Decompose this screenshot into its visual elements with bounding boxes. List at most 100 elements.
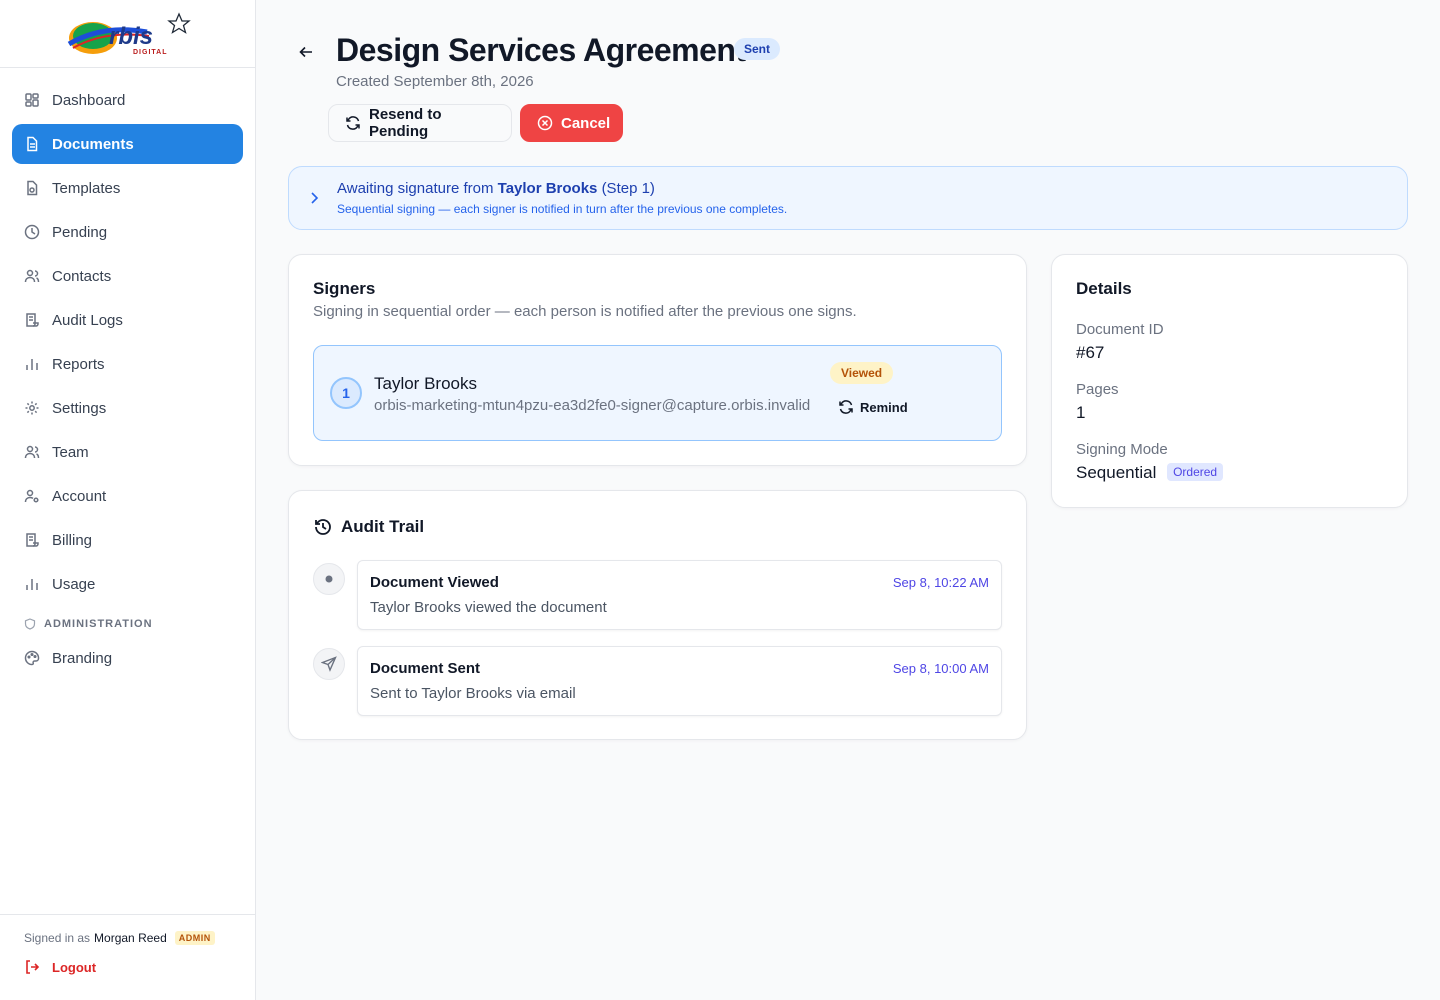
- history-icon: [313, 517, 333, 537]
- status-badge: Sent: [734, 38, 781, 60]
- sidebar-item-settings[interactable]: Settings: [12, 388, 243, 428]
- sidebar-item-label: Branding: [52, 649, 113, 667]
- sidebar-item-label: Templates: [52, 179, 121, 197]
- sidebar-item-documents[interactable]: Documents: [12, 124, 243, 164]
- details-card: Details Document ID #67 Pages 1 Signing …: [1051, 254, 1408, 508]
- banner-signer: Taylor Brooks: [497, 180, 598, 197]
- sidebar-item-label: Billing: [52, 531, 93, 549]
- signers-title: Signers: [313, 279, 376, 298]
- signing-mode-value: Sequential Ordered: [1076, 463, 1224, 483]
- sidebar-item-contacts[interactable]: Contacts: [12, 256, 243, 296]
- sidebar-item-usage[interactable]: Usage: [12, 564, 243, 604]
- event-time: Sep 8, 10:22 AM: [892, 575, 989, 590]
- send-icon: [313, 648, 345, 680]
- audit-trail-title: Audit Trail: [313, 517, 424, 537]
- chevron-right-icon: [307, 189, 321, 207]
- gear-icon: [24, 400, 40, 416]
- shield-icon: [24, 618, 36, 630]
- event-description: Taylor Brooks viewed the document: [370, 599, 607, 616]
- created-date: Created September 8th, 2026: [336, 73, 534, 90]
- role-badge: ADMIN: [174, 931, 215, 945]
- sidebar-item-templates[interactable]: Templates: [12, 168, 243, 208]
- sidebar-item-label: Account: [52, 487, 107, 505]
- main-content: Design Services Agreement Sent Created S…: [256, 0, 1440, 1000]
- contacts-icon: [24, 268, 40, 284]
- scroll-icon: [24, 312, 40, 328]
- arrow-left-icon: [299, 46, 312, 58]
- sidebar-item-pending[interactable]: Pending: [12, 212, 243, 252]
- bar-chart-icon: [24, 356, 40, 372]
- orbis-logo[interactable]: rbis DIGITAL: [63, 10, 193, 58]
- signed-in-info: Signed in as Morgan Reed ADMIN: [24, 931, 231, 945]
- audit-event: Document Viewed Sep 8, 10:22 AM Taylor B…: [357, 560, 1002, 630]
- pages-value: 1: [1076, 403, 1086, 422]
- document-icon: [24, 136, 40, 152]
- sidebar-nav: Dashboard Documents Templates Pending Co…: [0, 68, 255, 678]
- awaiting-signature-banner[interactable]: Awaiting signature from Taylor Brooks (S…: [288, 166, 1408, 230]
- svg-text:rbis: rbis: [109, 23, 153, 50]
- sidebar-item-account[interactable]: Account: [12, 476, 243, 516]
- event-description: Sent to Taylor Brooks via email: [370, 685, 576, 702]
- template-icon: [24, 180, 40, 196]
- back-button[interactable]: [296, 42, 316, 62]
- sidebar-item-reports[interactable]: Reports: [12, 344, 243, 384]
- sidebar-item-label: Contacts: [52, 267, 112, 285]
- banner-subtitle: Sequential signing — each signer is noti…: [337, 202, 788, 216]
- sidebar-item-label: Audit Logs: [52, 311, 123, 329]
- signer-order: 1: [330, 377, 362, 409]
- cancel-button[interactable]: Cancel: [520, 104, 623, 142]
- sidebar-item-label: Team: [52, 443, 89, 461]
- sidebar-item-team[interactable]: Team: [12, 432, 243, 472]
- dashboard-icon: [24, 92, 40, 108]
- x-circle-icon: [537, 115, 553, 131]
- sidebar-item-label: Documents: [52, 135, 134, 153]
- audit-event: Document Sent Sep 8, 10:00 AM Sent to Ta…: [357, 646, 1002, 716]
- sidebar-item-branding[interactable]: Branding: [12, 638, 243, 678]
- sidebar-item-label: Settings: [52, 399, 107, 417]
- sidebar-item-billing[interactable]: Billing: [12, 520, 243, 560]
- signer-status-badge: Viewed: [830, 362, 894, 384]
- signers-subtitle: Signing in sequential order — each perso…: [313, 303, 857, 320]
- refresh-icon: [345, 115, 361, 131]
- sidebar: rbis DIGITAL Dashboard Documents Templat…: [0, 0, 256, 1000]
- signing-mode-badge: Ordered: [1167, 463, 1224, 481]
- sidebar-item-label: Pending: [52, 223, 108, 241]
- sidebar-item-label: Usage: [52, 575, 96, 593]
- remind-button[interactable]: Remind: [838, 399, 908, 415]
- sidebar-item-dashboard[interactable]: Dashboard: [12, 80, 243, 120]
- page-title: Design Services Agreement: [336, 32, 746, 68]
- user-settings-icon: [24, 488, 40, 504]
- signer-name: Taylor Brooks: [374, 374, 477, 393]
- signing-mode-label: Signing Mode: [1076, 441, 1168, 458]
- administration-section-label: ADMINISTRATION: [24, 618, 255, 630]
- team-icon: [24, 444, 40, 460]
- logout-icon: [24, 959, 40, 975]
- document-id-label: Document ID: [1076, 321, 1164, 338]
- bar-chart-icon: [24, 576, 40, 592]
- user-name: Morgan Reed: [94, 931, 167, 945]
- refresh-icon: [838, 399, 854, 415]
- signers-card: Signers Signing in sequential order — ea…: [288, 254, 1027, 466]
- banner-title: Awaiting signature from Taylor Brooks (S…: [337, 180, 655, 197]
- sidebar-footer: Signed in as Morgan Reed ADMIN Logout: [0, 914, 255, 1000]
- signer-row: 1 Taylor Brooks orbis-marketing-mtun4pzu…: [313, 345, 1002, 441]
- logout-button[interactable]: Logout: [24, 959, 231, 975]
- pages-label: Pages: [1076, 381, 1119, 398]
- details-title: Details: [1076, 279, 1132, 298]
- sidebar-item-label: Dashboard: [52, 91, 126, 109]
- clock-icon: [24, 224, 40, 240]
- logo-area: rbis DIGITAL: [0, 0, 255, 68]
- sidebar-item-audit-logs[interactable]: Audit Logs: [12, 300, 243, 340]
- scroll-icon: [24, 532, 40, 548]
- sidebar-item-label: Reports: [52, 355, 105, 373]
- event-title: Document Viewed: [370, 574, 499, 591]
- palette-icon: [24, 650, 40, 666]
- audit-trail-card: Audit Trail Document Viewed Sep 8, 10:22…: [288, 490, 1027, 740]
- document-id-value: #67: [1076, 343, 1105, 362]
- resend-button[interactable]: Resend to Pending: [328, 104, 512, 142]
- event-title: Document Sent: [370, 660, 481, 677]
- svg-text:DIGITAL: DIGITAL: [133, 49, 167, 56]
- dot-icon: [313, 563, 345, 595]
- event-time: Sep 8, 10:00 AM: [892, 661, 989, 676]
- signer-email: orbis-marketing-mtun4pzu-ea3d2fe0-signer…: [374, 397, 811, 414]
